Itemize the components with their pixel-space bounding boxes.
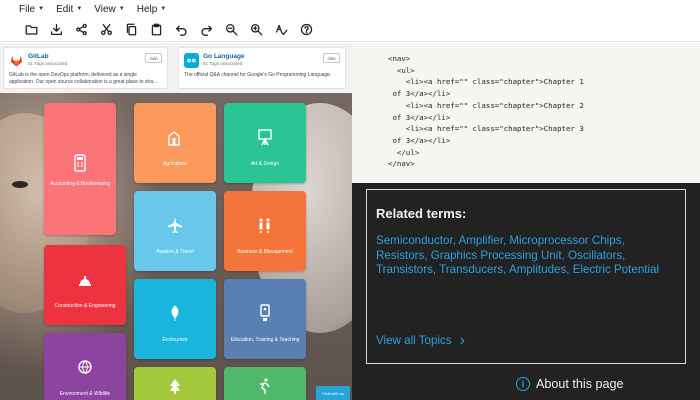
tile-construction[interactable]: Construction & Engineering — [44, 245, 126, 325]
tile-label: Construction & Engineering — [54, 303, 116, 309]
help-icon[interactable] — [294, 19, 319, 41]
menu-help[interactable]: Help ▼ — [137, 4, 167, 15]
tile-label: Business & Management — [237, 249, 293, 255]
menu-edit[interactable]: Edit ▼ — [56, 4, 82, 15]
info-icon: i — [516, 377, 530, 391]
career-categories-image: Accounting & Bookkeeping Agriculture Art… — [0, 93, 352, 400]
tile-environment[interactable]: Environment & Wildlife — [44, 333, 126, 400]
tile-label: Education, Training & Teaching — [230, 337, 300, 343]
tile-aviation[interactable]: Aviation & Travel — [134, 191, 216, 271]
join-button[interactable]: Join — [323, 53, 340, 63]
folder-icon[interactable] — [19, 19, 44, 41]
chevron-right-icon: › — [459, 331, 465, 349]
menu-bar: File ▼ Edit ▼ View ▼ Help ▼ — [0, 0, 700, 18]
menu-file[interactable]: File ▼ — [19, 4, 44, 15]
related-terms-box: Related terms: Semiconductor, Amplifier,… — [366, 189, 686, 364]
code-snippet-panel: <nav> <ul> <li><a href="" class="chapter… — [352, 43, 700, 183]
zoom-in-icon[interactable] — [244, 19, 269, 41]
undo-icon[interactable] — [169, 19, 194, 41]
gitlab-logo-icon — [9, 53, 24, 68]
menu-help-label: Help — [136, 3, 158, 15]
calculator-icon — [71, 153, 89, 173]
card-description: GitLab is the open DevOps platform, deli… — [9, 72, 158, 85]
tile-accounting[interactable]: Accounting & Bookkeeping — [44, 103, 116, 235]
community-cards: GitLab 51 Tags associated GitLab is the … — [0, 47, 352, 91]
tile-label: Accounting & Bookkeeping — [50, 181, 110, 187]
caret-down-icon: ▼ — [160, 6, 167, 12]
tile-agriculture[interactable]: Agriculture — [134, 103, 216, 183]
card-name: GitLab — [28, 53, 49, 60]
share-icon[interactable] — [69, 19, 94, 41]
tree-icon — [166, 376, 184, 396]
menu-file-label: File — [19, 3, 36, 15]
tile-forestry[interactable] — [134, 367, 216, 400]
caret-down-icon: ▼ — [76, 6, 83, 12]
about-this-page-label: About this page — [536, 377, 624, 391]
leaf-icon — [166, 303, 184, 323]
tile-label: Agriculture — [163, 161, 187, 167]
download-icon[interactable] — [44, 19, 69, 41]
card-description: The official Q&A channel for Google's Go… — [184, 72, 332, 78]
related-terms-links[interactable]: Semiconductor, Amplifier, Microprocessor… — [376, 234, 676, 278]
about-this-page-link[interactable]: i About this page — [516, 377, 624, 391]
tile-label: Art & Design — [250, 161, 280, 167]
card-name: Go Language — [203, 53, 245, 60]
tile-label: Aviation & Travel — [156, 249, 194, 255]
menu-edit-label: Edit — [56, 3, 74, 15]
tile-label: Environment & Wildlife — [59, 391, 111, 397]
copy-icon[interactable] — [119, 19, 144, 41]
tile-sports[interactable] — [224, 367, 306, 400]
left-pane: GitLab 51 Tags associated GitLab is the … — [0, 43, 352, 400]
farm-icon — [166, 127, 184, 147]
business-icon — [256, 215, 274, 235]
hard-hat-icon — [76, 269, 94, 289]
related-terms-heading: Related terms: — [376, 206, 467, 221]
paste-icon[interactable] — [144, 19, 169, 41]
caret-down-icon: ▼ — [118, 6, 125, 12]
code-snippet: <nav> <ul> <li><a href="" class="chapter… — [388, 54, 584, 169]
tile-label: Ecotourism — [162, 337, 188, 343]
globe-icon — [76, 357, 94, 377]
menu-view[interactable]: View ▼ — [94, 4, 124, 15]
tile-education[interactable]: Education, Training & Teaching — [224, 279, 306, 359]
spellcheck-icon[interactable] — [269, 19, 294, 41]
join-button[interactable]: Join — [145, 53, 162, 63]
view-all-topics-label: View all Topics — [376, 334, 452, 347]
cut-icon[interactable] — [94, 19, 119, 41]
tile-ecotourism[interactable]: Ecotourism — [134, 279, 216, 359]
presentation-icon — [256, 303, 274, 323]
go-logo-icon — [184, 53, 199, 68]
zoom-out-icon[interactable] — [219, 19, 244, 41]
related-terms-panel: Related terms: Semiconductor, Amplifier,… — [352, 183, 700, 400]
community-card-gitlab[interactable]: GitLab 51 Tags associated GitLab is the … — [3, 47, 168, 89]
toolbar — [0, 18, 700, 42]
caret-down-icon: ▼ — [38, 6, 45, 12]
runner-icon — [256, 376, 274, 396]
view-all-topics-link[interactable]: View all Topics › — [376, 331, 465, 349]
card-tags: 51 Tags associated — [203, 61, 243, 66]
card-tags: 51 Tags associated — [28, 61, 68, 66]
tile-business[interactable]: Business & Management — [224, 191, 306, 271]
easel-icon — [256, 127, 274, 147]
menu-view-label: View — [94, 3, 116, 15]
tile-art-design[interactable]: Art & Design — [224, 103, 306, 183]
airplane-icon — [166, 215, 184, 235]
community-card-go[interactable]: Go Language 51 Tags associated The offic… — [178, 47, 346, 89]
chat-button[interactable]: Chat with us — [316, 386, 350, 400]
redo-icon[interactable] — [194, 19, 219, 41]
